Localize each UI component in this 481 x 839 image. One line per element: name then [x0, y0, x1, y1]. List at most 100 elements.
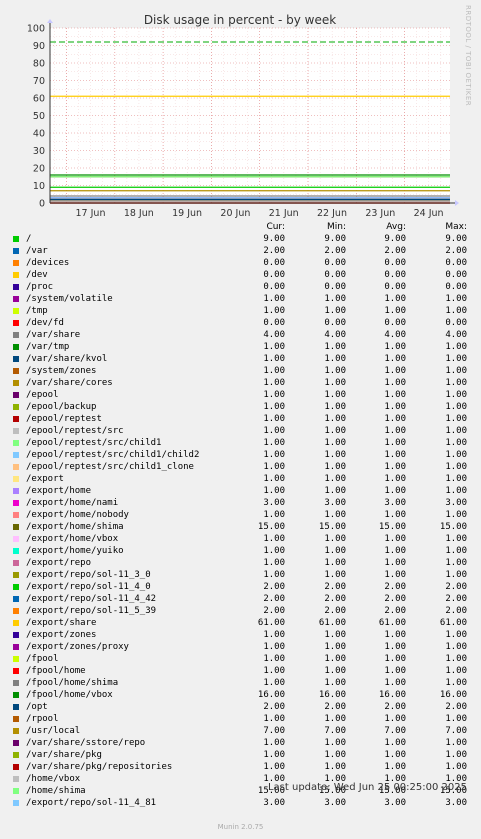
legend-avg-value: 2.00	[384, 594, 406, 604]
legend-swatch	[13, 800, 19, 806]
legend-min-value: 1.00	[324, 462, 346, 472]
legend-label: /export/home/yuiko	[26, 546, 124, 556]
y-tick-label: 30	[33, 146, 45, 157]
legend-avg-value: 1.00	[384, 750, 406, 760]
legend-swatch	[13, 680, 19, 686]
legend-min-value: 1.00	[324, 414, 346, 424]
legend-swatch	[13, 548, 19, 554]
legend-max-value: 3.00	[445, 498, 467, 508]
legend-row: /export/repo/sol-11_3_0 1.00 1.00 1.00 1.00	[0, 569, 481, 581]
legend-swatch	[13, 584, 19, 590]
legend-avg-value: 1.00	[384, 630, 406, 640]
legend-avg-value: 16.00	[378, 690, 406, 700]
legend-min-value: 0.00	[324, 270, 346, 280]
legend-max-value: 1.00	[445, 462, 467, 472]
legend-label: /export/repo/sol-11_4_0	[26, 582, 151, 592]
x-tick-label: 18 Jun	[124, 208, 154, 219]
legend-min-value: 2.00	[324, 702, 346, 712]
legend-cur-value: 3.00	[263, 498, 285, 508]
legend-cur-value: 1.00	[263, 714, 285, 724]
legend-label: /var	[26, 246, 48, 256]
legend-swatch	[13, 524, 19, 530]
legend-cur-value: 0.00	[263, 318, 285, 328]
legend-max-value: 1.00	[445, 666, 467, 676]
legend-avg-value: 1.00	[384, 654, 406, 664]
legend-min-value: 9.00	[324, 234, 346, 244]
legend-label: /	[26, 234, 32, 244]
y-tick-label: 70	[33, 76, 45, 87]
x-tick-label: 19 Jun	[172, 208, 202, 219]
legend-avg-value: 1.00	[384, 474, 406, 484]
legend-swatch	[13, 236, 19, 242]
legend-max-value: 2.00	[445, 594, 467, 604]
legend-cur-value: 2.00	[263, 702, 285, 712]
legend-min-value: 2.00	[324, 606, 346, 616]
legend-swatch	[13, 404, 19, 410]
legend-cur-value: 1.00	[263, 342, 285, 352]
legend-swatch	[13, 512, 19, 518]
legend-swatch	[13, 428, 19, 434]
legend-label: /usr/local	[26, 726, 81, 736]
legend-swatch	[13, 488, 19, 494]
legend-label: /epool/reptest	[26, 414, 102, 424]
legend-max-value: 2.00	[445, 606, 467, 616]
legend-row: /system/volatile 1.00 1.00 1.00 1.00	[0, 293, 481, 305]
legend-min-value: 1.00	[324, 390, 346, 400]
legend-swatch	[13, 656, 19, 662]
legend-avg-value: 1.00	[384, 570, 406, 580]
legend-avg-value: 0.00	[384, 318, 406, 328]
legend-row: /fpool/home/shima 1.00 1.00 1.00 1.00	[0, 677, 481, 689]
legend-label: /epool/reptest/src/child1_clone	[26, 462, 194, 472]
legend-min-value: 1.00	[324, 666, 346, 676]
legend-min-value: 1.00	[324, 354, 346, 364]
legend-label: /var/share/sstore/repo	[26, 738, 146, 748]
legend-avg-value: 1.00	[384, 402, 406, 412]
legend-avg-value: 0.00	[384, 282, 406, 292]
legend-cur-value: 1.00	[263, 426, 285, 436]
legend-cur-value: 1.00	[263, 642, 285, 652]
legend-label: /export/repo/sol-11_4_81	[26, 798, 157, 808]
legend-row: /export/repo 1.00 1.00 1.00 1.00	[0, 557, 481, 569]
legend-min-value: 1.00	[324, 510, 346, 520]
legend-label: /dev	[26, 270, 48, 280]
legend-avg-value: 2.00	[384, 606, 406, 616]
legend-row: /epool 1.00 1.00 1.00 1.00	[0, 389, 481, 401]
y-tick-label: 80	[33, 59, 45, 70]
legend-label: /system/volatile	[26, 294, 113, 304]
legend-label: /var/share/kvol	[26, 354, 108, 364]
column-avg: Avg:	[386, 222, 406, 232]
legend-avg-value: 61.00	[378, 618, 406, 628]
legend-cur-value: 1.00	[263, 762, 285, 772]
legend-row: /export/home/nobody 1.00 1.00 1.00 1.00	[0, 509, 481, 521]
legend-max-value: 1.00	[445, 378, 467, 388]
legend-label: /export/share	[26, 618, 97, 628]
legend-row: /var/tmp 1.00 1.00 1.00 1.00	[0, 341, 481, 353]
legend-label: /var/share/pkg	[26, 750, 102, 760]
legend-avg-value: 1.00	[384, 378, 406, 388]
legend-row: /var/share/pkg 1.00 1.00 1.00 1.00	[0, 749, 481, 761]
legend-label: /tmp	[26, 306, 48, 316]
legend-min-value: 1.00	[324, 402, 346, 412]
legend-min-value: 1.00	[324, 342, 346, 352]
legend-max-value: 1.00	[445, 306, 467, 316]
legend-cur-value: 1.00	[263, 546, 285, 556]
legend-swatch	[13, 308, 19, 314]
legend-swatch	[13, 476, 19, 482]
last-update: Last update: Wed Jun 25 00:25:00 2025	[267, 782, 467, 793]
legend-swatch	[13, 704, 19, 710]
legend-swatch	[13, 764, 19, 770]
legend-label: /export/home/nobody	[26, 510, 129, 520]
legend-min-value: 1.00	[324, 426, 346, 436]
legend-max-value: 1.00	[445, 642, 467, 652]
legend-min-value: 1.00	[324, 738, 346, 748]
legend-row: /export/repo/sol-11_5_39 2.00 2.00 2.00 2.00	[0, 605, 481, 617]
legend-max-value: 1.00	[445, 558, 467, 568]
legend-min-value: 1.00	[324, 474, 346, 484]
legend-row: /export/share 61.00 61.00 61.00 61.00	[0, 617, 481, 629]
legend-swatch	[13, 596, 19, 602]
legend-max-value: 1.00	[445, 714, 467, 724]
x-tick-label: 17 Jun	[76, 208, 106, 219]
legend-min-value: 7.00	[324, 726, 346, 736]
legend-swatch	[13, 416, 19, 422]
legend-max-value: 7.00	[445, 726, 467, 736]
